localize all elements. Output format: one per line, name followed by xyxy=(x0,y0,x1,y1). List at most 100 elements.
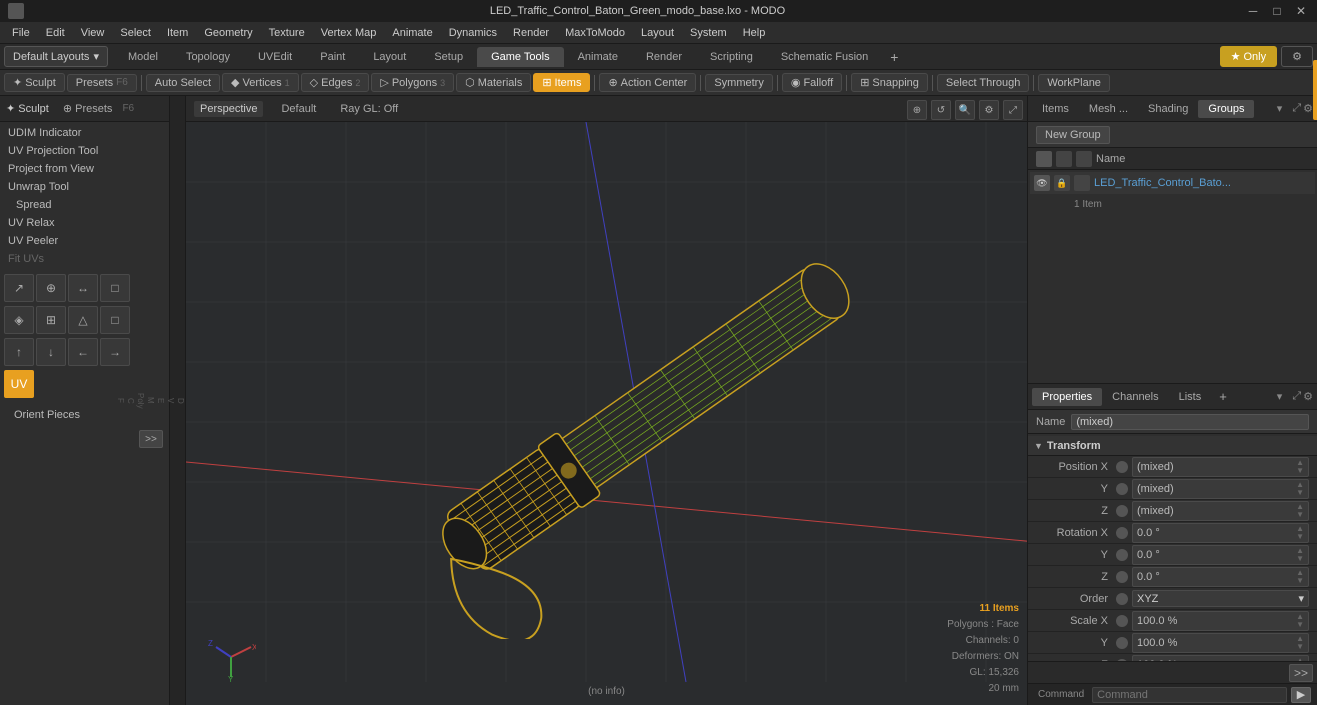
tab-paint[interactable]: Paint xyxy=(306,47,359,67)
tab-schematic[interactable]: Schematic Fusion xyxy=(767,47,882,67)
scale-y-dot[interactable] xyxy=(1116,637,1128,649)
menu-system[interactable]: System xyxy=(682,25,735,41)
left-tool-spread[interactable]: Spread xyxy=(2,196,167,214)
position-y-value-box[interactable]: (mixed) ▲ ▼ xyxy=(1132,479,1309,499)
order-dropdown[interactable]: XYZ ▾ xyxy=(1132,590,1309,607)
auto-select-button[interactable]: Auto Select xyxy=(146,74,220,92)
pt-panel-settings[interactable]: ⚙ xyxy=(1303,390,1313,403)
sculpt-bar-presets[interactable]: ⊕ Presets xyxy=(63,102,113,115)
materials-button[interactable]: ⬡ Materials xyxy=(456,73,531,92)
left-icon-uv[interactable]: UV xyxy=(4,370,34,398)
group-eye-toggle[interactable]: 👁 xyxy=(1034,175,1050,191)
rt-tab-items[interactable]: Items xyxy=(1032,100,1079,118)
scale-x-value-box[interactable]: 100.0 % ▲ ▼ xyxy=(1132,611,1309,631)
new-group-button[interactable]: New Group xyxy=(1036,126,1110,144)
falloff-button[interactable]: ◉ Falloff xyxy=(782,73,842,92)
pt-panel-expand[interactable]: ⤢ xyxy=(1292,390,1301,403)
rt-tab-groups[interactable]: Groups xyxy=(1198,100,1254,118)
menu-render[interactable]: Render xyxy=(505,25,557,41)
position-z-value-box[interactable]: (mixed) ▲ ▼ xyxy=(1132,501,1309,521)
menu-help[interactable]: Help xyxy=(735,25,774,41)
left-icon-right[interactable]: → xyxy=(100,338,130,366)
menu-view[interactable]: View xyxy=(73,25,113,41)
left-icon-sq[interactable]: □ xyxy=(100,306,130,334)
props-name-input[interactable] xyxy=(1071,414,1309,430)
menu-file[interactable]: File xyxy=(4,25,38,41)
position-z-arrows[interactable]: ▲ ▼ xyxy=(1296,503,1304,519)
menu-edit[interactable]: Edit xyxy=(38,25,73,41)
minimize-button[interactable]: ─ xyxy=(1245,3,1261,19)
rotation-z-arrows[interactable]: ▲ ▼ xyxy=(1296,569,1304,585)
rotation-x-dot[interactable] xyxy=(1116,527,1128,539)
menu-geometry[interactable]: Geometry xyxy=(196,25,260,41)
menu-dynamics[interactable]: Dynamics xyxy=(441,25,505,41)
left-tool-udim[interactable]: UDIM Indicator xyxy=(2,124,167,142)
viewport-canvas[interactable]: 11 Items Polygons : Face Channels: 0 Def… xyxy=(186,122,1027,705)
order-dot[interactable] xyxy=(1116,593,1128,605)
left-tool-uv-proj[interactable]: UV Projection Tool xyxy=(2,142,167,160)
settings-button[interactable]: ⚙ xyxy=(1281,46,1313,67)
left-icon-left[interactable]: ← xyxy=(68,338,98,366)
viewport-refresh-icon[interactable]: ↺ xyxy=(931,100,951,120)
command-input[interactable] xyxy=(1092,687,1287,703)
left-icon-down[interactable]: ↓ xyxy=(36,338,66,366)
rotation-z-value-box[interactable]: 0.0 ° ▲ ▼ xyxy=(1132,567,1309,587)
tab-model[interactable]: Model xyxy=(114,47,172,67)
viewport-search-icon[interactable]: 🔍 xyxy=(955,100,975,120)
pt-tab-properties[interactable]: Properties xyxy=(1032,388,1102,406)
tab-game-tools[interactable]: Game Tools xyxy=(477,47,564,67)
tab-layout[interactable]: Layout xyxy=(359,47,420,67)
items-button[interactable]: ⊞ Items xyxy=(533,73,590,92)
rotation-y-arrows[interactable]: ▲ ▼ xyxy=(1296,547,1304,563)
scale-y-arrows[interactable]: ▲ ▼ xyxy=(1296,635,1304,651)
pt-tab-channels[interactable]: Channels xyxy=(1102,388,1168,406)
left-tool-fit[interactable]: Fit UVs xyxy=(2,250,167,268)
left-icon-tri[interactable]: △ xyxy=(68,306,98,334)
tab-scripting[interactable]: Scripting xyxy=(696,47,767,67)
snapping-button[interactable]: ⊞ Snapping xyxy=(851,73,928,92)
left-tool-orient[interactable]: Orient Pieces xyxy=(8,406,161,424)
rotation-x-arrows[interactable]: ▲ ▼ xyxy=(1296,525,1304,541)
menu-maxtomodo[interactable]: MaxToModo xyxy=(557,25,633,41)
menu-select[interactable]: Select xyxy=(112,25,159,41)
left-icon-grid[interactable]: ⊞ xyxy=(36,306,66,334)
close-button[interactable]: ✕ xyxy=(1293,3,1309,19)
rt-tab-expand[interactable]: ▾ xyxy=(1271,100,1289,117)
pt-tab-add[interactable]: + xyxy=(1211,386,1235,407)
left-tool-proj-view[interactable]: Project from View xyxy=(2,160,167,178)
rt-panel-expand[interactable]: ⤢ xyxy=(1292,102,1301,115)
sculpt-button[interactable]: ✦ Sculpt xyxy=(4,73,65,92)
rotation-x-value-box[interactable]: 0.0 ° ▲ ▼ xyxy=(1132,523,1309,543)
position-z-dot[interactable] xyxy=(1116,505,1128,517)
tab-setup[interactable]: Setup xyxy=(420,47,477,67)
left-icon-move[interactable]: ↗ xyxy=(4,274,34,302)
left-tool-relax[interactable]: UV Relax xyxy=(2,214,167,232)
workplane-button[interactable]: WorkPlane xyxy=(1038,74,1110,92)
left-icon-scale[interactable]: ↔ xyxy=(68,274,98,302)
rotation-y-dot[interactable] xyxy=(1116,549,1128,561)
scale-x-dot[interactable] xyxy=(1116,615,1128,627)
position-x-dot[interactable] xyxy=(1116,461,1128,473)
rt-tab-shading[interactable]: Shading xyxy=(1138,100,1198,118)
viewport-expand-icon[interactable]: ⤢ xyxy=(1003,100,1023,120)
menu-item[interactable]: Item xyxy=(159,25,196,41)
menu-vertex-map[interactable]: Vertex Map xyxy=(313,25,385,41)
default-layouts-button[interactable]: Default Layouts ▾ xyxy=(4,46,108,67)
presets-button[interactable]: Presets F6 xyxy=(67,74,137,92)
left-tool-peeler[interactable]: UV Peeler xyxy=(2,232,167,250)
vertices-button[interactable]: ◆ Vertices 1 xyxy=(222,73,299,92)
rotation-z-dot[interactable] xyxy=(1116,571,1128,583)
polygons-button[interactable]: ▷ Polygons 3 xyxy=(371,73,454,92)
rt-panel-settings[interactable]: ⚙ xyxy=(1303,102,1313,115)
position-y-dot[interactable] xyxy=(1116,483,1128,495)
tab-topology[interactable]: Topology xyxy=(172,47,244,67)
symmetry-button[interactable]: Symmetry xyxy=(705,74,773,92)
pt-tab-expand[interactable]: ▾ xyxy=(1271,388,1289,405)
viewport-raygl[interactable]: Ray GL: Off xyxy=(334,101,404,117)
menu-texture[interactable]: Texture xyxy=(261,25,313,41)
menu-animate[interactable]: Animate xyxy=(384,25,440,41)
left-tool-unwrap[interactable]: Unwrap Tool xyxy=(2,178,167,196)
scale-x-arrows[interactable]: ▲ ▼ xyxy=(1296,613,1304,629)
rotation-y-value-box[interactable]: 0.0 ° ▲ ▼ xyxy=(1132,545,1309,565)
viewport-perspective-tab[interactable]: Perspective xyxy=(194,101,263,117)
